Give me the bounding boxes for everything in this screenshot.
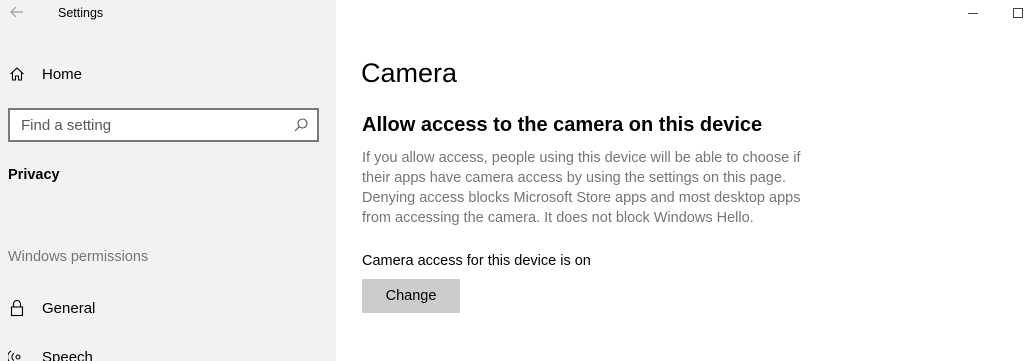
back-arrow-icon[interactable] [8, 4, 26, 22]
group-header: Windows permissions [8, 249, 149, 265]
section-heading: Allow access to the camera on this devic… [362, 114, 763, 136]
app-title: Settings [58, 6, 104, 20]
current-section-label: Privacy [8, 167, 60, 183]
minimize-icon[interactable] [968, 13, 978, 14]
sidebar-item-speech[interactable]: Speech [8, 345, 93, 361]
maximize-icon[interactable] [1013, 8, 1023, 18]
page-title: Camera [361, 58, 458, 88]
sidebar-item-home[interactable]: Home [8, 62, 82, 86]
main-content: Camera Allow access to the camera on thi… [336, 0, 1024, 361]
sidebar-item-general[interactable]: General [8, 296, 95, 320]
sidebar-item-label: Home [42, 65, 83, 83]
search-box[interactable] [8, 108, 319, 142]
sidebar-item-label: Speech [42, 348, 93, 361]
speech-icon [8, 348, 26, 361]
camera-access-status: Camera access for this device is on [362, 253, 591, 269]
sidebar: Settings Home Privacy Windows permission… [0, 0, 336, 361]
description-text: If you allow access, people using this d… [362, 150, 801, 226]
lock-icon [8, 299, 26, 317]
search-input[interactable] [10, 110, 317, 140]
settings-window: Settings Home Privacy Windows permission… [0, 0, 1024, 361]
sidebar-item-label: General [42, 299, 96, 317]
search-icon[interactable] [293, 117, 309, 133]
home-icon [8, 65, 26, 83]
window-controls [954, 0, 1024, 28]
title-bar: Settings [0, 0, 336, 28]
change-button[interactable]: Change [362, 279, 460, 313]
